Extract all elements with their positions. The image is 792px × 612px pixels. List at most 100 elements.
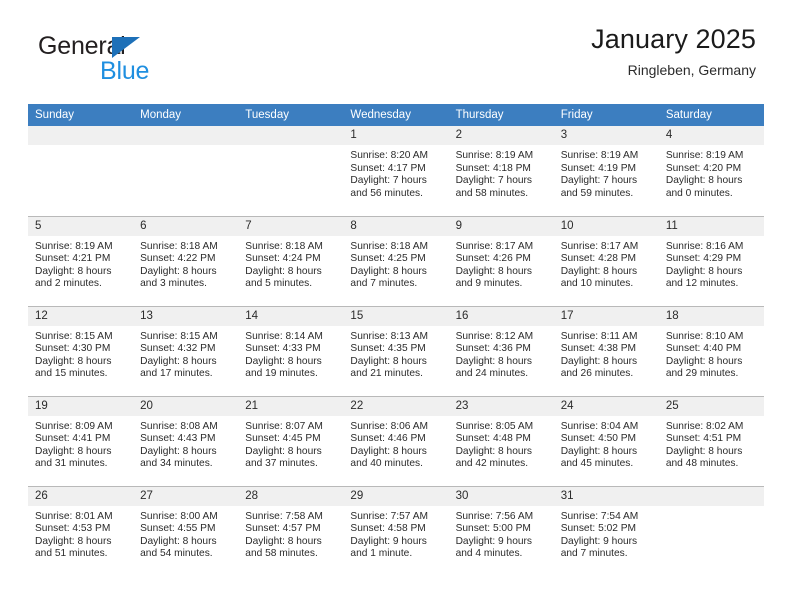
day-number: 19 (28, 396, 134, 416)
sunset-text: Sunset: 4:58 PM (350, 523, 426, 535)
calendar-day-cell[interactable]: 27 Sunrise: 8:00 AM Sunset: 4:55 PM Dayligh… (133, 485, 239, 576)
calendar-day-cell[interactable]: 25 Sunrise: 8:02 AM Sunset: 4:51 PM Dayligh… (658, 395, 764, 486)
calendar-day-cell[interactable]: 9 Sunrise: 8:17 AM Sunset: 4:26 PM Daylight… (448, 215, 554, 306)
day-details: Sunrise: 8:19 AM Sunset: 4:18 PM Daylight:… (449, 145, 554, 200)
day-number (238, 126, 344, 145)
daylight-text-line2: and 3 minutes. (140, 278, 207, 290)
day-details: Sunrise: 8:13 AM Sunset: 4:35 PM Daylight:… (343, 326, 448, 381)
sunrise-text: Sunrise: 8:06 AM (350, 420, 429, 432)
calendar-day-cell[interactable]: 16 Sunrise: 8:12 AM Sunset: 4:36 PM Dayligh… (448, 305, 554, 396)
calendar-week-row: 12 Sunrise: 8:15 AM Sunset: 4:30 PM Dayligh… (28, 305, 764, 396)
day-details: Sunrise: 7:58 AM Sunset: 4:57 PM Daylight:… (238, 506, 343, 561)
daylight-text-line1: Daylight: 8 hours (245, 265, 322, 277)
day-details: Sunrise: 7:54 AM Sunset: 5:02 PM Daylight:… (554, 506, 659, 561)
sunset-text: Sunset: 4:35 PM (350, 343, 426, 355)
daylight-text-line2: and 4 minutes. (455, 548, 523, 560)
calendar-day-cell-empty (658, 485, 764, 576)
calendar-week-row: 5 Sunrise: 8:19 AM Sunset: 4:21 PM Daylight… (28, 215, 764, 306)
daylight-text-line2: and 7 minutes. (350, 278, 418, 290)
sunset-text: Sunset: 4:30 PM (35, 343, 111, 355)
day-number: 1 (343, 126, 449, 145)
calendar-day-cell[interactable]: 14 Sunrise: 8:14 AM Sunset: 4:33 PM Dayligh… (238, 305, 344, 396)
calendar-day-cell[interactable]: 8 Sunrise: 8:18 AM Sunset: 4:25 PM Daylight… (343, 215, 449, 306)
day-details: Sunrise: 8:18 AM Sunset: 4:24 PM Daylight:… (238, 236, 343, 291)
sunset-text: Sunset: 4:48 PM (455, 433, 531, 445)
day-number: 23 (448, 396, 554, 416)
sunset-text: Sunset: 4:45 PM (245, 433, 321, 445)
daylight-text-line1: Daylight: 8 hours (560, 355, 638, 367)
daylight-text-line2: and 54 minutes. (140, 548, 213, 560)
daylight-text-line2: and 19 minutes. (245, 368, 318, 380)
calendar-day-cell[interactable]: 6 Sunrise: 8:18 AM Sunset: 4:22 PM Daylight… (133, 215, 239, 306)
calendar-day-cell[interactable]: 19 Sunrise: 8:09 AM Sunset: 4:41 PM Dayligh… (28, 395, 134, 486)
daylight-text-line1: Daylight: 8 hours (35, 445, 112, 457)
calendar-day-cell[interactable]: 22 Sunrise: 8:06 AM Sunset: 4:46 PM Dayligh… (343, 395, 449, 486)
sunrise-text: Sunrise: 8:15 AM (35, 330, 113, 342)
calendar-header-row: Sunday Monday Tuesday Wednesday Thursday… (28, 104, 764, 126)
calendar-day-cell[interactable]: 4 Sunrise: 8:19 AM Sunset: 4:20 PM Daylight… (658, 126, 764, 216)
daylight-text-line1: Daylight: 8 hours (35, 265, 112, 277)
calendar-day-cell[interactable]: 21 Sunrise: 8:07 AM Sunset: 4:45 PM Dayligh… (238, 395, 344, 486)
sunrise-text: Sunrise: 8:19 AM (455, 150, 534, 161)
calendar-day-cell[interactable]: 26 Sunrise: 8:01 AM Sunset: 4:53 PM Dayligh… (28, 485, 134, 576)
daylight-text-line1: Daylight: 8 hours (245, 535, 322, 547)
day-number: 18 (658, 306, 764, 326)
day-details: Sunrise: 8:15 AM Sunset: 4:32 PM Daylight:… (133, 326, 238, 381)
logo-text-blue: Blue (100, 57, 150, 85)
sunset-text: Sunset: 4:19 PM (560, 162, 637, 174)
calendar-day-cell[interactable]: 28 Sunrise: 7:58 AM Sunset: 4:57 PM Dayligh… (238, 485, 344, 576)
daylight-text-line2: and 34 minutes. (140, 458, 213, 470)
daylight-text-line1: Daylight: 8 hours (35, 535, 112, 547)
daylight-text-line1: Daylight: 7 hours (455, 175, 533, 187)
calendar-day-cell[interactable]: 13 Sunrise: 8:15 AM Sunset: 4:32 PM Dayligh… (133, 305, 239, 396)
sunset-text: Sunset: 4:22 PM (140, 253, 216, 265)
day-number: 16 (448, 306, 554, 326)
calendar-day-cell[interactable]: 10 Sunrise: 8:17 AM Sunset: 4:28 PM Dayligh… (553, 215, 659, 306)
calendar-day-cell[interactable]: 15 Sunrise: 8:13 AM Sunset: 4:35 PM Dayligh… (343, 305, 449, 396)
calendar-day-cell[interactable]: 11 Sunrise: 8:16 AM Sunset: 4:29 PM Dayligh… (658, 215, 764, 306)
daylight-text-line1: Daylight: 8 hours (245, 355, 322, 367)
daylight-text-line2: and 10 minutes. (560, 278, 634, 290)
weekday-header-sunday: Sunday (28, 104, 134, 126)
day-details: Sunrise: 8:18 AM Sunset: 4:25 PM Daylight:… (343, 236, 448, 291)
calendar-day-cell[interactable]: 20 Sunrise: 8:08 AM Sunset: 4:43 PM Dayligh… (133, 395, 239, 486)
calendar-day-cell[interactable]: 2 Sunrise: 8:19 AM Sunset: 4:18 PM Daylight… (448, 126, 554, 216)
calendar-day-cell[interactable]: 30 Sunrise: 7:56 AM Sunset: 5:00 PM Dayligh… (448, 485, 554, 576)
day-number: 25 (658, 396, 764, 416)
calendar-day-cell[interactable]: 24 Sunrise: 8:04 AM Sunset: 4:50 PM Dayligh… (553, 395, 659, 486)
daylight-text-line1: Daylight: 8 hours (455, 265, 533, 277)
day-number: 12 (28, 306, 134, 326)
day-details: Sunrise: 8:01 AM Sunset: 4:53 PM Daylight:… (28, 506, 133, 561)
sunrise-text: Sunrise: 8:17 AM (560, 240, 639, 252)
calendar-day-cell[interactable]: 5 Sunrise: 8:19 AM Sunset: 4:21 PM Daylight… (28, 215, 134, 306)
calendar-day-cell[interactable]: 29 Sunrise: 7:57 AM Sunset: 4:58 PM Dayligh… (343, 485, 449, 576)
daylight-text-line2: and 17 minutes. (140, 368, 213, 380)
daylight-text-line2: and 48 minutes. (665, 458, 739, 470)
calendar-day-cell[interactable]: 17 Sunrise: 8:11 AM Sunset: 4:38 PM Dayligh… (553, 305, 659, 396)
calendar-day-cell[interactable]: 23 Sunrise: 8:05 AM Sunset: 4:48 PM Dayligh… (448, 395, 554, 486)
day-number: 29 (343, 486, 449, 506)
daylight-text-line2: and 0 minutes. (665, 187, 733, 199)
calendar-day-cell[interactable]: 18 Sunrise: 8:10 AM Sunset: 4:40 PM Dayligh… (658, 305, 764, 396)
sunset-text: Sunset: 4:53 PM (35, 523, 111, 535)
sunset-text: Sunset: 4:20 PM (665, 162, 742, 174)
general-blue-logo[interactable]: General Blue (38, 34, 248, 92)
calendar-day-cell[interactable]: 3 Sunrise: 8:19 AM Sunset: 4:19 PM Daylight… (553, 126, 659, 216)
calendar-day-cell[interactable]: 7 Sunrise: 8:18 AM Sunset: 4:24 PM Daylight… (238, 215, 344, 306)
calendar-day-cell[interactable]: 12 Sunrise: 8:15 AM Sunset: 4:30 PM Dayligh… (28, 305, 134, 396)
daylight-text-line1: Daylight: 8 hours (560, 445, 638, 457)
sunset-text: Sunset: 4:55 PM (140, 523, 216, 535)
day-number: 21 (238, 396, 344, 416)
day-details: Sunrise: 8:15 AM Sunset: 4:30 PM Daylight:… (28, 326, 133, 381)
day-number (133, 126, 239, 145)
day-details: Sunrise: 8:12 AM Sunset: 4:36 PM Daylight:… (449, 326, 554, 381)
day-number: 24 (553, 396, 659, 416)
daylight-text-line1: Daylight: 8 hours (350, 445, 427, 457)
calendar-day-cell[interactable]: 1 Sunrise: 8:20 AM Sunset: 4:17 PM Daylight… (343, 126, 449, 216)
sunset-text: Sunset: 4:29 PM (665, 253, 742, 265)
day-number: 27 (133, 486, 239, 506)
calendar-day-cell[interactable]: 31 Sunrise: 7:54 AM Sunset: 5:02 PM Dayligh… (553, 485, 659, 576)
calendar-page: General Blue January 2025 Ringleben, Ger… (0, 0, 792, 612)
day-number: 20 (133, 396, 239, 416)
sunset-text: Sunset: 4:28 PM (560, 253, 637, 265)
